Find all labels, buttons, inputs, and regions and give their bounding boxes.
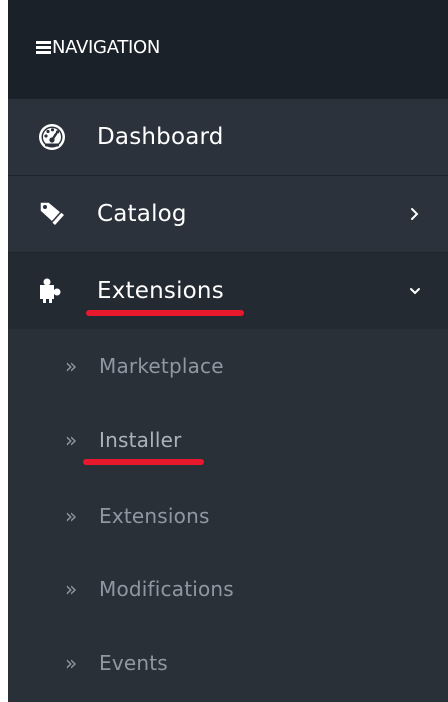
submenu-item-label: Marketplace [99, 354, 224, 378]
double-chevron-icon: » [65, 354, 78, 378]
submenu-item-label: Events [99, 651, 168, 675]
submenu-item-modifications[interactable]: » Modifications [8, 553, 448, 627]
submenu-item-label: Extensions [99, 504, 210, 528]
chevron-right-icon [406, 202, 424, 226]
tags-icon [38, 200, 66, 228]
submenu-item-marketplace[interactable]: » Marketplace [8, 330, 448, 404]
hamburger-icon [36, 41, 51, 55]
extensions-submenu: » Marketplace » Installer » Extensions »… [8, 329, 448, 702]
menu-item-extensions[interactable]: Extensions [8, 253, 448, 329]
double-chevron-icon: » [65, 504, 78, 528]
submenu-item-extensions[interactable]: » Extensions [8, 480, 448, 554]
double-chevron-icon: » [65, 428, 78, 452]
menu-item-label: Catalog [97, 201, 187, 227]
menu-item-label: Extensions [97, 278, 224, 304]
submenu-item-label: Modifications [99, 577, 234, 601]
navigation-title: NAVIGATION [52, 37, 161, 58]
dashboard-icon [38, 123, 66, 151]
navigation-header: NAVIGATION [8, 0, 448, 99]
installer-annotation-underline [83, 459, 204, 465]
menu-item-catalog[interactable]: Catalog [8, 176, 448, 253]
submenu-item-events[interactable]: » Events [8, 627, 448, 701]
double-chevron-icon: » [65, 651, 78, 675]
sidebar-navigation: NAVIGATION Dashboard Catalog Extensions … [8, 0, 448, 702]
chevron-down-icon [406, 279, 424, 303]
menu-item-dashboard[interactable]: Dashboard [8, 99, 448, 176]
extensions-annotation-underline [86, 310, 244, 316]
double-chevron-icon: » [65, 577, 78, 601]
submenu-item-installer[interactable]: » Installer [8, 404, 448, 478]
puzzle-icon [38, 277, 66, 305]
submenu-item-label: Installer [99, 428, 182, 452]
menu-item-label: Dashboard [97, 124, 224, 150]
